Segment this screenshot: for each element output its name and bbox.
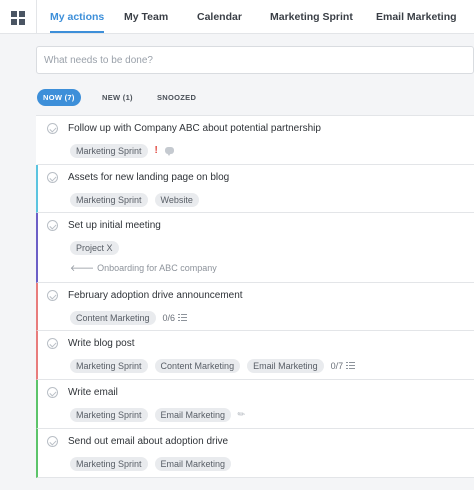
- task-item[interactable]: Set up initial meeting Project X 🡐 Onboar…: [36, 213, 474, 283]
- tag-chip[interactable]: Email Marketing: [154, 456, 232, 471]
- task-title: Follow up with Company ABC about potenti…: [68, 123, 321, 134]
- nav-divider: [36, 0, 37, 34]
- task-title: Assets for new landing page on blog: [68, 172, 230, 183]
- checklist-progress[interactable]: 0/7: [331, 361, 356, 371]
- task-title: Write blog post: [68, 338, 135, 349]
- task-item[interactable]: Follow up with Company ABC about potenti…: [36, 116, 474, 165]
- task-meta: Marketing Sprint Email Marketing: [70, 456, 232, 471]
- list-icon: [346, 362, 356, 369]
- checklist-count: 0/6: [162, 312, 176, 323]
- tab-marketing-sprint[interactable]: Marketing Sprint: [270, 0, 353, 34]
- task-meta: Marketing Sprint Email Marketing ✎: [70, 407, 248, 422]
- complete-check-icon[interactable]: [47, 387, 58, 398]
- filter-now[interactable]: NOW (7): [37, 89, 81, 106]
- tab-my-team[interactable]: My Team: [124, 0, 168, 34]
- complete-check-icon[interactable]: [47, 338, 58, 349]
- tag-chip[interactable]: Marketing Sprint: [70, 456, 148, 471]
- task-list: Follow up with Company ABC about potenti…: [36, 115, 474, 478]
- task-meta: Marketing Sprint Content Marketing Email…: [70, 358, 356, 373]
- task-title: Set up initial meeting: [68, 220, 161, 231]
- checklist-count: 0/7: [330, 360, 344, 371]
- checklist-progress[interactable]: 0/6: [163, 313, 188, 323]
- top-nav: My actions My Team Calendar Marketing Sp…: [0, 0, 474, 34]
- task-item[interactable]: Write email Marketing Sprint Email Marke…: [36, 380, 474, 429]
- task-item[interactable]: Write blog post Marketing Sprint Content…: [36, 331, 474, 380]
- arrow-left-icon: 🡐: [70, 263, 95, 273]
- complete-check-icon[interactable]: [47, 436, 58, 447]
- list-icon: [178, 314, 188, 321]
- task-item[interactable]: Send out email about adoption drive Mark…: [36, 429, 474, 478]
- filter-snoozed[interactable]: SNOOZED: [157, 89, 196, 106]
- tag-chip[interactable]: Marketing Sprint: [70, 143, 148, 158]
- comment-icon[interactable]: [164, 147, 174, 156]
- task-item[interactable]: February adoption drive announcement Con…: [36, 283, 474, 331]
- tag-chip[interactable]: Marketing Sprint: [70, 358, 148, 373]
- tab-calendar[interactable]: Calendar: [197, 0, 242, 34]
- task-meta: Project X: [70, 240, 119, 255]
- paperclip-icon[interactable]: ✎: [235, 408, 248, 421]
- tag-chip[interactable]: Website: [154, 192, 199, 207]
- tag-chip[interactable]: Project X: [70, 240, 119, 255]
- filter-new[interactable]: NEW (1): [102, 89, 133, 106]
- tag-chip[interactable]: Content Marketing: [70, 310, 156, 325]
- tab-my-actions[interactable]: My actions: [50, 0, 105, 34]
- complete-check-icon[interactable]: [47, 220, 58, 231]
- priority-icon: !: [154, 145, 158, 156]
- complete-check-icon[interactable]: [47, 172, 58, 183]
- new-task-input[interactable]: [36, 46, 474, 74]
- tag-chip[interactable]: Email Marketing: [154, 407, 232, 422]
- tab-email-marketing[interactable]: Email Marketing: [376, 0, 457, 34]
- task-title: Write email: [68, 387, 118, 398]
- tag-chip[interactable]: Content Marketing: [154, 358, 241, 373]
- task-title: February adoption drive announcement: [68, 290, 243, 301]
- tag-chip[interactable]: Marketing Sprint: [70, 407, 148, 422]
- task-meta: Marketing Sprint Website: [70, 192, 199, 207]
- complete-check-icon[interactable]: [47, 123, 58, 134]
- task-meta: Marketing Sprint !: [70, 143, 174, 158]
- apps-grid-icon[interactable]: [11, 11, 26, 26]
- task-title: Send out email about adoption drive: [68, 436, 229, 447]
- tag-chip[interactable]: Marketing Sprint: [70, 192, 148, 207]
- left-rail: [0, 34, 30, 490]
- tag-chip[interactable]: Email Marketing: [247, 358, 324, 373]
- complete-check-icon[interactable]: [47, 290, 58, 301]
- parent-task-link[interactable]: 🡐 Onboarding for ABC company: [70, 263, 217, 274]
- parent-task-label: Onboarding for ABC company: [97, 263, 217, 273]
- task-meta: Content Marketing 0/6: [70, 310, 188, 325]
- task-item[interactable]: Assets for new landing page on blog Mark…: [36, 165, 474, 213]
